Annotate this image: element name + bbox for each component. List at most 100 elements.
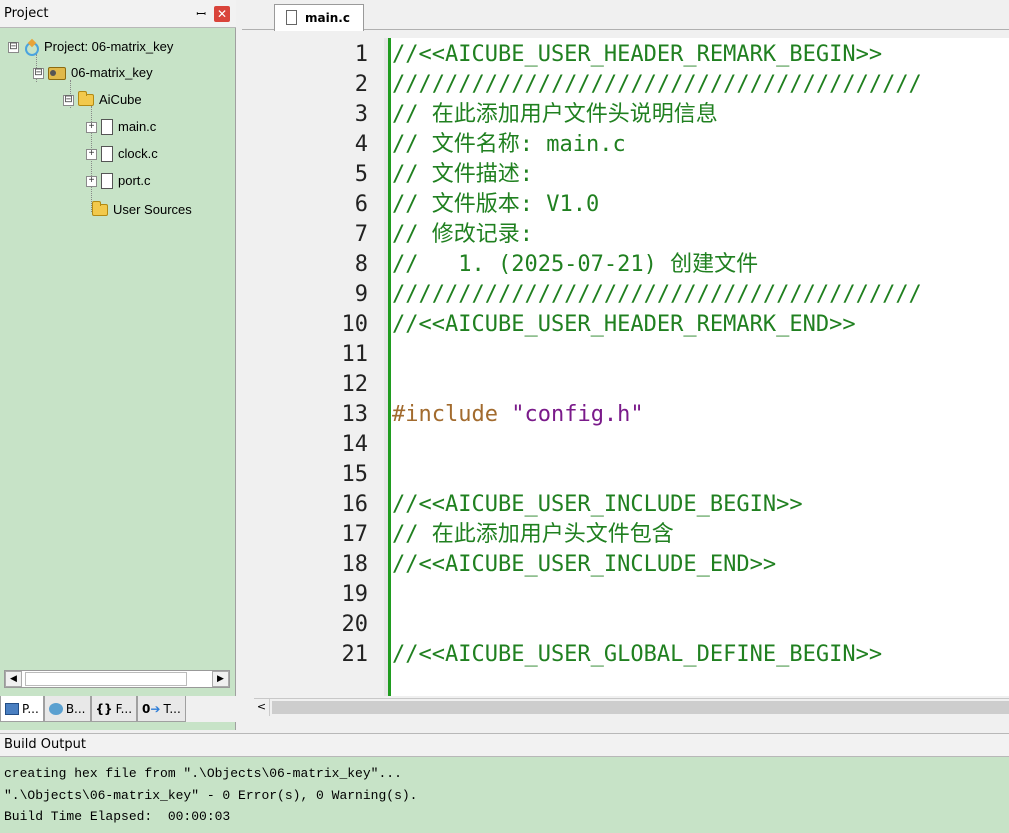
editor-tab-bar: main.c bbox=[242, 0, 1009, 31]
line-number: 18 bbox=[341, 552, 369, 577]
tab-label: F... bbox=[115, 701, 133, 716]
line-number: 21 bbox=[341, 642, 369, 667]
collapse-icon[interactable]: ⊟ bbox=[8, 41, 19, 53]
build-output-line: Build Time Elapsed: 00:00:03 bbox=[4, 809, 231, 824]
collapse-icon[interactable]: ⊟ bbox=[33, 67, 44, 79]
code-line: // 修改记录: bbox=[392, 222, 533, 247]
code-line: // 在此添加用户文件头说明信息 bbox=[392, 102, 718, 127]
project-panel-title: Project bbox=[4, 6, 49, 21]
code-line: //<<AICUBE_USER_HEADER_REMARK_END>> bbox=[392, 312, 856, 337]
close-icon[interactable]: ✕ bbox=[214, 6, 230, 22]
build-output-line: ".\Objects\06-matrix_key" - 0 Error(s), … bbox=[4, 788, 418, 803]
preprocessor-directive: #include bbox=[392, 402, 512, 427]
tree-item-target[interactable]: ⊟ 06-matrix_key bbox=[33, 60, 153, 86]
file-icon bbox=[286, 10, 297, 25]
functions-tab-icon: {} bbox=[95, 701, 113, 716]
project-icon bbox=[23, 40, 39, 56]
tree-item-label: 06-matrix_key bbox=[71, 65, 153, 80]
build-output-line: creating hex file from ".\Objects\06-mat… bbox=[4, 766, 402, 781]
build-output-panel[interactable]: creating hex file from ".\Objects\06-mat… bbox=[0, 757, 1009, 833]
line-number: 1 bbox=[354, 42, 368, 67]
line-number-gutter: 1 2 3 4 5 6 7 8 9 10 11 12 13 14 15 16 17 18 19 20 21 bbox=[248, 38, 384, 696]
line-number: 8 bbox=[354, 252, 368, 277]
target-group-icon bbox=[48, 66, 66, 80]
tree-item-label: port.c bbox=[118, 173, 151, 188]
project-panel: Project ꟷ ✕ ⊟ Project: 06-matrix_key ⊟ 0… bbox=[0, 0, 236, 730]
tree-item-clock-c[interactable]: + clock.c bbox=[86, 141, 158, 167]
tab-project[interactable]: P... bbox=[0, 696, 44, 722]
tab-label: P... bbox=[22, 701, 39, 716]
file-icon bbox=[101, 173, 113, 189]
tree-item-port-c[interactable]: + port.c bbox=[86, 168, 151, 194]
code-line: //<<AICUBE_USER_GLOBAL_DEFINE_BEGIN>> bbox=[392, 642, 883, 667]
line-number: 15 bbox=[341, 462, 369, 487]
build-output-header: Build Output bbox=[0, 733, 1009, 757]
editor-tab-label: main.c bbox=[305, 11, 350, 25]
code-line: #include "config.h" bbox=[392, 400, 644, 430]
templates-tab-icon: 0➔ bbox=[142, 701, 161, 716]
tree-item-label: AiCube bbox=[99, 92, 142, 107]
line-number: 20 bbox=[341, 612, 369, 637]
collapse-icon[interactable]: ⊟ bbox=[63, 94, 74, 106]
code-line: //<<AICUBE_USER_INCLUDE_END>> bbox=[392, 552, 777, 577]
folder-open-icon bbox=[78, 91, 94, 106]
line-number: 19 bbox=[341, 582, 369, 607]
scroll-thumb[interactable] bbox=[272, 701, 1009, 714]
tree-item-project[interactable]: ⊟ Project: 06-matrix_key bbox=[8, 34, 173, 60]
line-number: 17 bbox=[341, 522, 369, 547]
project-tree: ⊟ Project: 06-matrix_key ⊟ 06-matrix_key… bbox=[0, 30, 236, 670]
expand-icon[interactable]: + bbox=[86, 175, 97, 187]
scroll-left-icon[interactable]: < bbox=[254, 699, 270, 716]
modified-lines-marker bbox=[388, 38, 391, 696]
code-line: //////////////////////////////////////// bbox=[392, 72, 922, 97]
line-number: 9 bbox=[354, 282, 368, 307]
line-number: 11 bbox=[341, 342, 369, 367]
line-number: 2 bbox=[354, 72, 368, 97]
code-line: //<<AICUBE_USER_HEADER_REMARK_BEGIN>> bbox=[392, 42, 883, 67]
code-line: // 文件描述: bbox=[392, 162, 533, 187]
project-panel-header: Project ꟷ ✕ bbox=[0, 0, 236, 28]
tree-item-aicube[interactable]: ⊟ AiCube bbox=[63, 87, 142, 113]
scroll-left-icon[interactable]: ◀ bbox=[5, 671, 22, 687]
line-number: 13 bbox=[341, 402, 369, 427]
expand-icon[interactable]: + bbox=[86, 148, 97, 160]
expand-icon[interactable]: + bbox=[86, 121, 97, 133]
line-number: 14 bbox=[341, 432, 369, 457]
ide-window: Project ꟷ ✕ ⊟ Project: 06-matrix_key ⊟ 0… bbox=[0, 0, 1009, 833]
code-line: // 在此添加用户头文件包含 bbox=[392, 522, 674, 547]
tree-item-main-c[interactable]: + main.c bbox=[86, 114, 156, 140]
line-number: 6 bbox=[354, 192, 368, 217]
pin-icon[interactable]: ꟷ bbox=[196, 0, 206, 28]
books-tab-icon bbox=[48, 702, 63, 715]
tab-functions[interactable]: {} F... bbox=[90, 696, 138, 722]
line-number: 7 bbox=[354, 222, 368, 247]
tab-templates[interactable]: 0➔ T... bbox=[137, 696, 186, 722]
line-number: 16 bbox=[341, 492, 369, 517]
file-icon bbox=[101, 119, 113, 135]
code-line: // 文件名称: main.c bbox=[392, 132, 626, 157]
code-line: // 文件版本: V1.0 bbox=[392, 192, 600, 217]
scroll-thumb[interactable] bbox=[25, 672, 187, 686]
code-line: // 1. (2025-07-21) 创建文件 bbox=[392, 252, 759, 277]
tab-main-c[interactable]: main.c bbox=[274, 4, 364, 31]
project-horizontal-scrollbar[interactable]: ◀ ▶ bbox=[4, 670, 230, 688]
line-number: 10 bbox=[341, 312, 369, 337]
project-tab-icon bbox=[5, 702, 19, 715]
file-icon bbox=[101, 146, 113, 162]
editor-horizontal-scrollbar[interactable]: < bbox=[254, 698, 1009, 716]
project-panel-tabs: P... B... {} F... 0➔ T... bbox=[0, 696, 236, 722]
code-line: //<<AICUBE_USER_INCLUDE_BEGIN>> bbox=[392, 492, 803, 517]
tree-item-label: clock.c bbox=[118, 146, 158, 161]
line-number: 3 bbox=[354, 102, 368, 127]
tab-books[interactable]: B... bbox=[43, 696, 91, 722]
scroll-right-icon[interactable]: ▶ bbox=[212, 671, 229, 687]
tab-label: T... bbox=[163, 701, 181, 716]
tree-item-label: main.c bbox=[118, 119, 157, 134]
code-editor[interactable]: //<<AICUBE_USER_HEADER_REMARK_BEGIN>> ///… bbox=[388, 38, 1009, 696]
tree-item-label: Project: 06-matrix_key bbox=[44, 39, 174, 54]
line-number: 12 bbox=[341, 372, 369, 397]
tab-label: B... bbox=[65, 701, 86, 716]
line-number: 5 bbox=[354, 162, 368, 187]
tree-item-user-sources[interactable]: User Sources bbox=[92, 197, 192, 223]
line-number: 4 bbox=[354, 132, 368, 157]
